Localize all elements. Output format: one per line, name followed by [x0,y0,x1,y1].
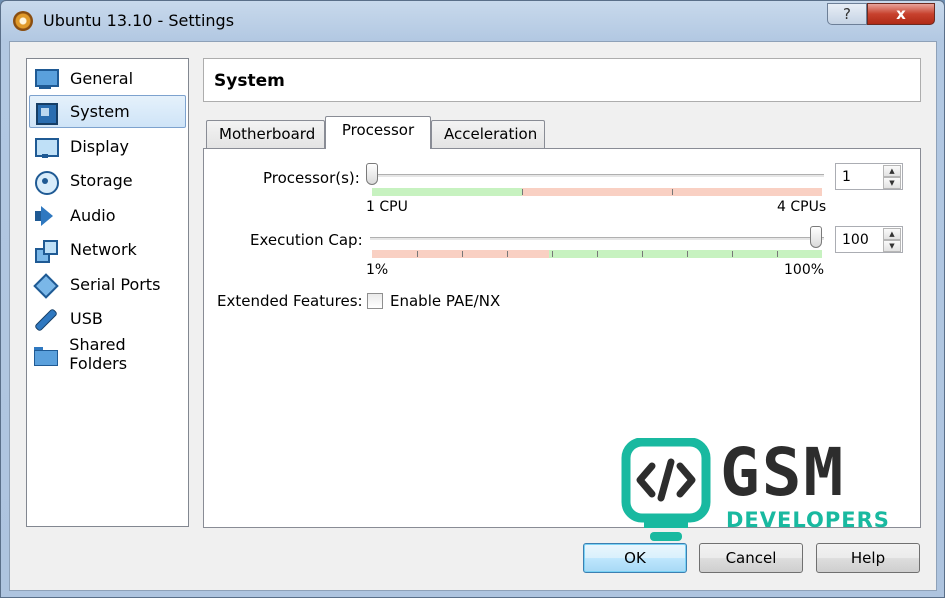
processors-value: 1 [842,169,851,185]
slider-tick [462,251,463,257]
sidebar-item-label: Audio [70,206,116,225]
sidebar-item-label: USB [70,309,103,328]
sidebar-item-label: General [70,69,134,88]
speaker-icon [33,204,57,228]
sidebar-item-shared-folders[interactable]: Shared Folders [29,334,186,373]
spin-up-icon[interactable]: ▲ [883,165,901,177]
storage-icon [33,169,59,195]
slider-tick [687,251,688,257]
exec-cap-min-label: 1% [366,262,389,278]
slider-tick [552,251,553,257]
serial-port-icon [33,273,57,297]
slider-tick [672,189,673,195]
window-close-button[interactable]: x [867,3,935,25]
chip-icon [33,100,58,125]
virtualbox-app-icon [13,11,33,31]
range-segment [372,250,550,258]
slider-tick [597,251,598,257]
slider-tick [777,251,778,257]
processors-max-label: 4 CPUs [777,199,827,215]
processors-spinbox[interactable]: 1 ▲ ▼ [835,163,903,190]
sidebar-item-serial-ports[interactable]: Serial Ports [29,268,186,301]
sidebar-item-label: Storage [70,171,133,190]
display-icon [33,135,59,159]
exec-cap-label: Execution Cap: [250,231,363,249]
pae-nx-label[interactable]: Enable PAE/NX [390,292,500,310]
processors-slider-thumb[interactable] [366,163,378,185]
sidebar-item-label: Serial Ports [70,275,161,294]
sidebar-item-label: Display [70,137,129,156]
sidebar-item-network[interactable]: Network [29,233,186,266]
watermark-gsm-text: GSM [720,434,846,511]
processors-label: Processor(s): [263,169,360,187]
processors-min-label: 1 CPU [366,199,408,215]
exec-cap-spinbox[interactable]: 100 ▲ ▼ [835,226,903,253]
settings-sidebar: General System Display Storage Audio Net… [26,58,189,527]
sidebar-item-general[interactable]: General [29,62,186,95]
gsm-developers-watermark: GSM DEVELOPERS [616,438,916,548]
sidebar-item-system[interactable]: System [29,95,186,128]
extended-features-label: Extended Features: [217,292,363,310]
page-title: System [214,71,285,91]
page-header: System [203,58,921,102]
slider-tick [642,251,643,257]
exec-cap-range-bar [372,250,822,258]
exec-cap-slider-track[interactable] [370,237,824,241]
slider-tick [732,251,733,257]
tab-processor[interactable]: Processor [325,116,431,149]
monitor-icon [33,67,59,91]
network-icon [33,238,58,263]
usb-icon [33,307,57,331]
exec-cap-value: 100 [842,232,869,248]
processors-range-bar [372,188,822,196]
range-segment [372,188,522,196]
sidebar-item-usb[interactable]: USB [29,302,186,335]
sidebar-item-label: Network [70,240,137,259]
settings-window: Ubuntu 13.10 - Settings ? x General Syst… [0,0,945,598]
sidebar-item-audio[interactable]: Audio [29,199,186,232]
slider-tick [417,251,418,257]
sidebar-item-storage[interactable]: Storage [29,164,186,197]
exec-cap-slider-thumb[interactable] [810,226,822,248]
spin-down-icon[interactable]: ▼ [883,177,901,189]
folder-icon [33,342,59,366]
tab-acceleration[interactable]: Acceleration [431,120,545,149]
title-bar[interactable]: Ubuntu 13.10 - Settings ? x [1,1,944,41]
sidebar-item-label: Shared Folders [69,334,128,373]
gsm-logo-icon [621,438,711,541]
sidebar-item-label: System [70,102,130,121]
processors-slider-track[interactable] [370,174,824,178]
spin-down-icon[interactable]: ▼ [883,240,901,252]
exec-cap-max-label: 100% [784,262,825,278]
sidebar-item-display[interactable]: Display [29,130,186,163]
pae-nx-checkbox[interactable] [367,293,383,309]
range-segment [549,250,822,258]
watermark-developers-text: DEVELOPERS [726,508,890,532]
slider-tick [522,189,523,195]
window-title: Ubuntu 13.10 - Settings [43,11,235,30]
window-help-button[interactable]: ? [827,3,867,25]
dialog-body: General System Display Storage Audio Net… [9,41,937,591]
slider-tick [507,251,508,257]
spin-up-icon[interactable]: ▲ [883,228,901,240]
tab-motherboard[interactable]: Motherboard [206,120,325,149]
